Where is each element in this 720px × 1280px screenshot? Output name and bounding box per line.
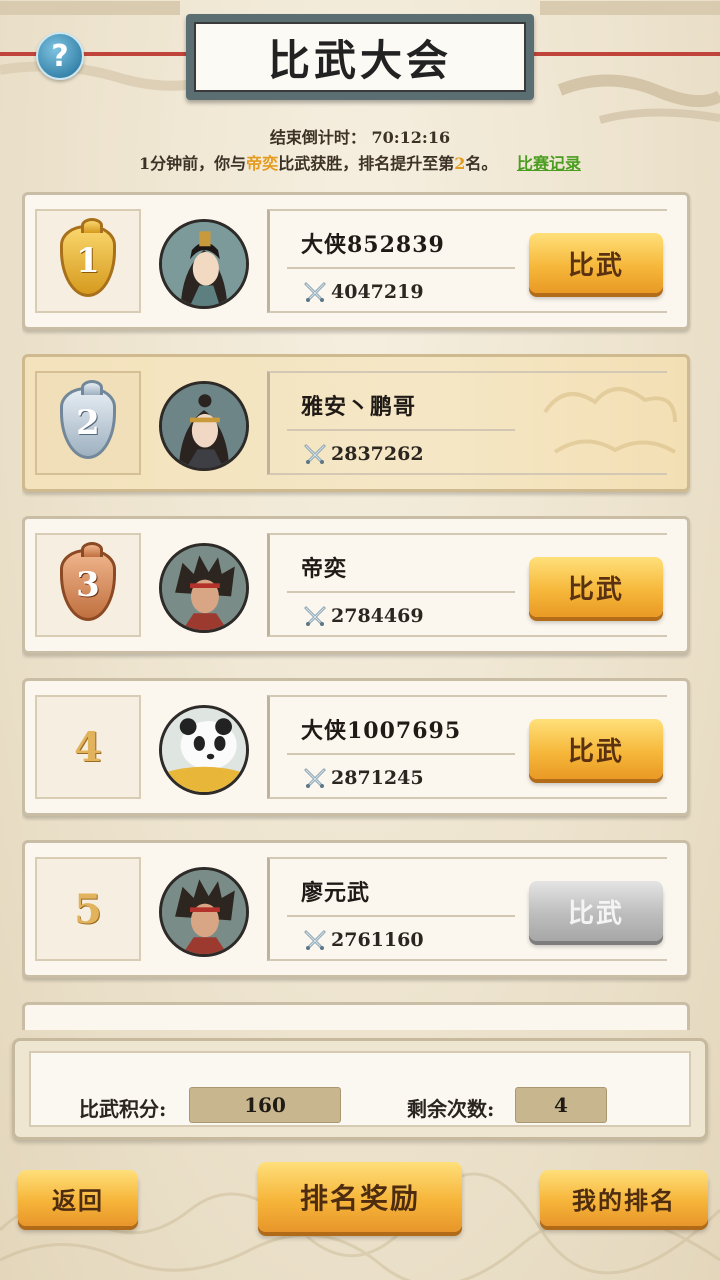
rank-rewards-button[interactable]: 排名奖励 [258, 1162, 462, 1232]
rope-left [0, 52, 190, 56]
warrior-red-avatar[interactable] [159, 543, 249, 633]
divider [287, 753, 515, 755]
combat-power-value: 2837262 [331, 443, 424, 465]
notice-rank: 2 [454, 154, 466, 173]
list-item: 2 雅安丶鹏哥 2837262 [22, 354, 690, 492]
player-name: 雅安丶鹏哥 [301, 394, 417, 420]
combat-power-value: 4047219 [331, 281, 424, 303]
crossed-swords-icon [304, 444, 326, 464]
rank-box: 4 [35, 695, 141, 799]
warrior-crown-avatar[interactable] [159, 219, 249, 309]
player-name: 廖元武 [301, 880, 371, 906]
rank-number: 4 [74, 723, 102, 771]
crossed-swords-icon [304, 930, 326, 950]
warrior-red-avatar[interactable] [159, 867, 249, 957]
list-item: 1 大侠852839 4047219 比武 [22, 192, 690, 330]
combat-power-value: 2784469 [331, 605, 424, 627]
rank-number: 5 [74, 885, 102, 933]
remaining-label: 剩余次数: [407, 1097, 495, 1121]
rank-medal-silver: 2 [60, 380, 116, 459]
page-title: 比武大会 [194, 22, 526, 92]
combat-power: 2784469 [303, 605, 424, 627]
duel-button[interactable]: 比武 [529, 233, 663, 293]
duel-button: 比武 [529, 881, 663, 941]
back-button[interactable]: 返回 [18, 1170, 138, 1226]
divider [287, 429, 515, 431]
points-label: 比武积分: [79, 1097, 167, 1121]
list-item-partial [22, 1002, 690, 1030]
score-panel: 比武积分: 160 剩余次数: 4 [12, 1038, 708, 1140]
rank-medal-gold: 1 [60, 218, 116, 297]
rank-medal-bronze: 3 [60, 542, 116, 621]
player-name: 大侠1007695 [301, 718, 462, 744]
player-name: 帝奕 [301, 556, 348, 582]
notice-opponent: 帝奕 [246, 154, 279, 173]
remaining-value: 4 [515, 1087, 607, 1123]
title-plaque: 比武大会 [186, 14, 534, 100]
list-item: 4 大侠1007695 2871245 比武 [22, 678, 690, 816]
my-rank-button[interactable]: 我的排名 [540, 1170, 708, 1226]
combat-power: 2837262 [303, 443, 424, 465]
player-name: 大侠852839 [301, 232, 445, 258]
divider [287, 267, 515, 269]
match-record-link[interactable]: 比赛记录 [517, 154, 581, 173]
warrior-headband-avatar[interactable] [159, 381, 249, 471]
divider [287, 915, 515, 917]
list-item: 3 帝奕 2784469 比武 [22, 516, 690, 654]
battle-notice: 1分钟前，你与帝奕比武获胜，排名提升至第2名。 比赛记录 [0, 150, 720, 174]
rank-box: 2 [35, 371, 141, 475]
points-value: 160 [189, 1087, 341, 1123]
combat-power: 2871245 [303, 767, 424, 789]
crossed-swords-icon [304, 282, 326, 302]
score-panel-inner: 比武积分: 160 剩余次数: 4 [29, 1051, 691, 1127]
cloud-decoration [543, 387, 677, 454]
question-icon: ? [51, 38, 69, 74]
panda-avatar[interactable] [159, 705, 249, 795]
combat-power-value: 2871245 [331, 767, 424, 789]
duel-button[interactable]: 比武 [529, 557, 663, 617]
rope-right [530, 52, 720, 56]
rank-box: 3 [35, 533, 141, 637]
ranking-list[interactable]: 1 大侠852839 4047219 比武 2 雅安丶鹏哥 2837262 3 帝奕 278446… [22, 192, 692, 1030]
notice-prefix: 1分钟前，你与 [139, 154, 247, 173]
rank-box: 1 [35, 209, 141, 313]
rank-box: 5 [35, 857, 141, 961]
combat-power: 4047219 [303, 281, 424, 303]
countdown-value: 70:12:16 [371, 128, 451, 147]
duel-button[interactable]: 比武 [529, 719, 663, 779]
list-item: 5 廖元武 2761160 比武 [22, 840, 690, 978]
countdown-label: 结束倒计时： [269, 128, 366, 147]
combat-power: 2761160 [303, 929, 424, 951]
combat-power-value: 2761160 [331, 929, 424, 951]
countdown: 结束倒计时： 70:12:16 [0, 124, 720, 148]
crossed-swords-icon [304, 768, 326, 788]
notice-middle: 比武获胜，排名提升至第 [278, 154, 455, 173]
help-button[interactable]: ? [36, 32, 84, 80]
crossed-swords-icon [304, 606, 326, 626]
divider [287, 591, 515, 593]
notice-suffix: 名。 [465, 154, 498, 173]
